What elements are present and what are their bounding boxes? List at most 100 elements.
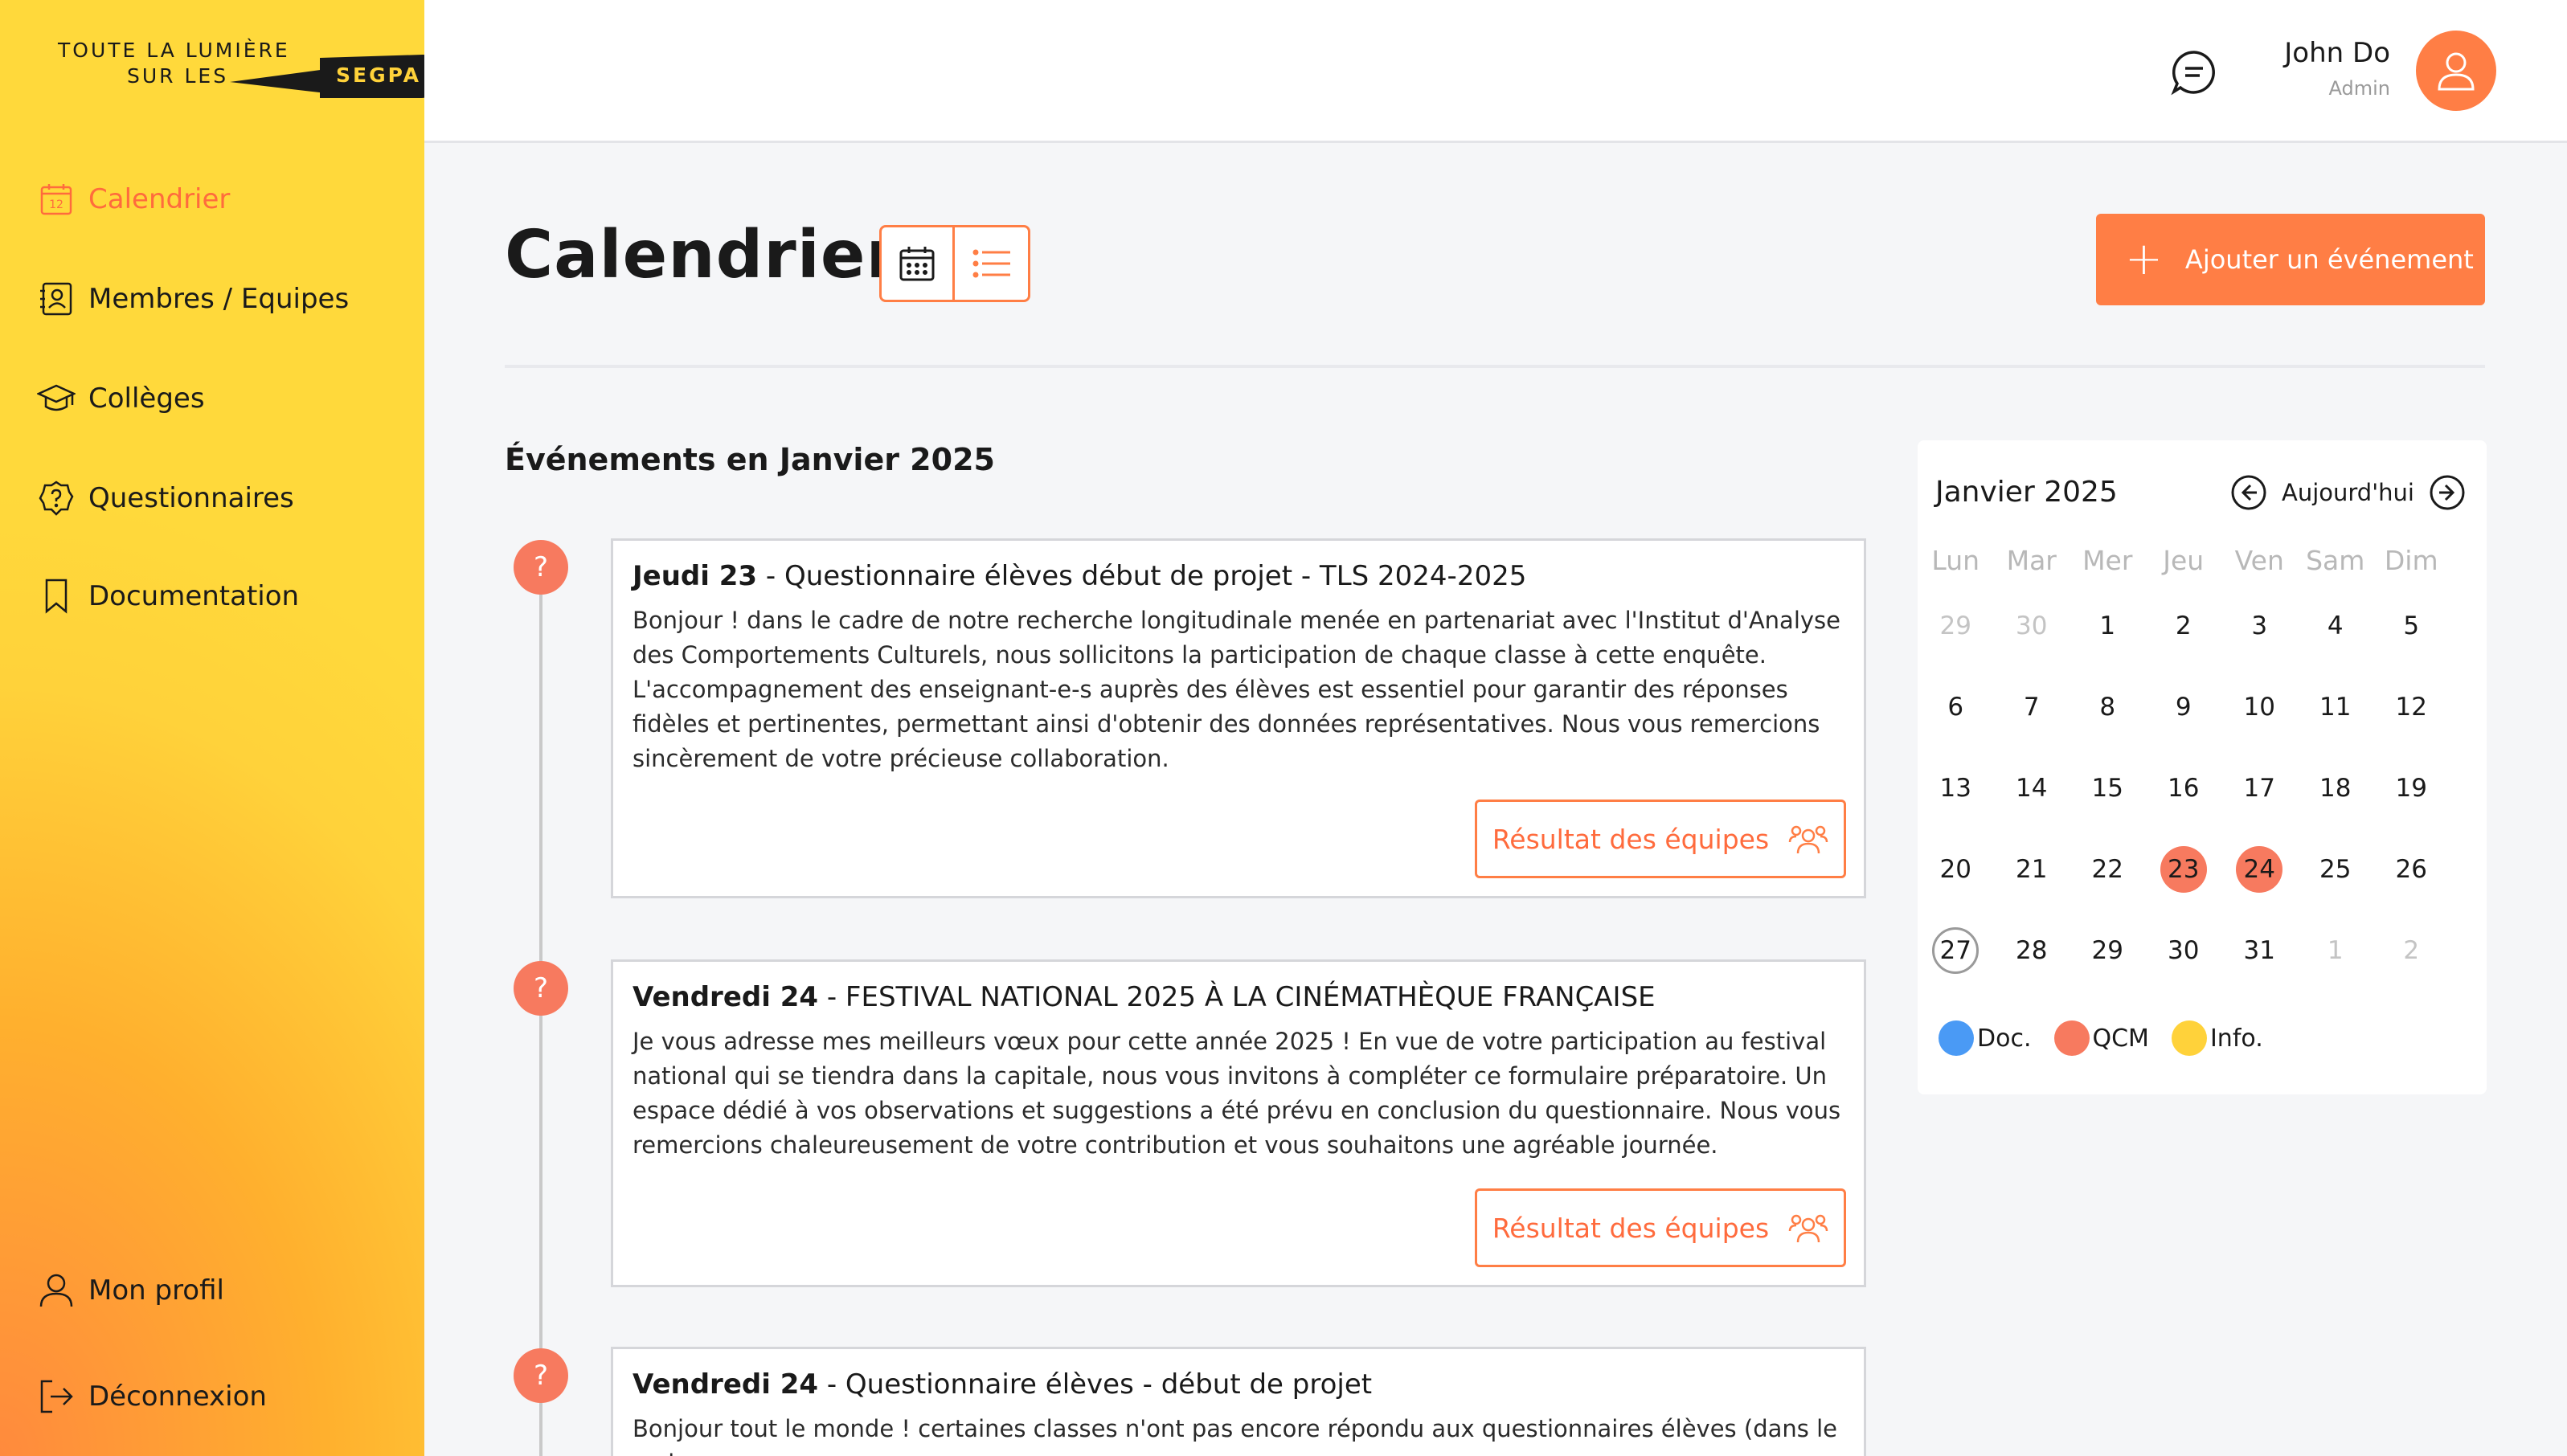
calendar-day[interactable]: 14 (1994, 747, 2070, 828)
event-card: Vendredi 24 - FESTIVAL NATIONAL 2025 À L… (611, 959, 1866, 1287)
graduation-cap-icon (37, 379, 76, 418)
calendar-day[interactable]: 28 (1994, 910, 2070, 991)
calendar-day-number: 1 (2327, 935, 2344, 965)
calendar-day-event[interactable]: 24 (2221, 828, 2298, 910)
calendar-days: 29 30 1 2 3 4 5 6 7 8 9 10 11 12 13 14 15 16 17 18 19 20 21 22 2… (1918, 585, 2487, 991)
calendar-day-number: 2 (2403, 935, 2420, 965)
sidebar-item-calendrier[interactable]: 12 Calendrier (37, 175, 230, 223)
calendar-day[interactable]: 31 (2221, 910, 2298, 991)
calendar-week: 13 14 15 16 17 18 19 (1918, 747, 2487, 828)
calendar-day[interactable]: 13 (1918, 747, 1994, 828)
calendar-day[interactable]: 15 (2070, 747, 2146, 828)
list-view-button[interactable] (955, 227, 1028, 300)
event-name: FESTIVAL NATIONAL 2025 À LA CINÉMATHÈQUE… (845, 981, 1656, 1013)
brand-logo[interactable]: TOUTE LA LUMIÈRE SUR LES SEGPA (56, 39, 431, 106)
event-title: Vendredi 24 - Questionnaire élèves - déb… (633, 1368, 1373, 1401)
calendar-day[interactable]: 7 (1994, 666, 2070, 747)
legend-dot-icon (2171, 1020, 2207, 1056)
calendar-day-event[interactable]: 23 (2146, 828, 2222, 910)
calendar-day[interactable]: 2 (2146, 585, 2222, 666)
page-title: Calendrier (505, 217, 899, 293)
calendar-day-number: 30 (2168, 935, 2200, 965)
calendar-day[interactable]: 30 (2146, 910, 2222, 991)
calendar-day[interactable]: 3 (2221, 585, 2298, 666)
prev-month-icon[interactable] (2230, 474, 2267, 511)
calendar-day-number: 26 (2395, 854, 2427, 884)
user-name: John Do (2284, 37, 2390, 69)
next-month-icon[interactable] (2429, 474, 2466, 511)
sidebar-item-documentation[interactable]: Documentation (37, 572, 299, 620)
sidebar-item-deconnexion[interactable]: Déconnexion (37, 1372, 267, 1421)
calendar-day[interactable]: 6 (1918, 666, 1994, 747)
add-event-button[interactable]: + Ajouter un événement (2096, 214, 2485, 305)
calendar-day-today[interactable]: 27 (1918, 910, 1994, 991)
calendar-day-number: 30 (2016, 611, 2048, 640)
calendar-icon: 12 (37, 180, 76, 219)
calendar-day[interactable]: 1 (2298, 910, 2374, 991)
calendar-day-number: 15 (2091, 773, 2123, 803)
team-results-button[interactable]: Résultat des équipes (1475, 800, 1846, 878)
calendar-day[interactable]: 1 (2070, 585, 2146, 666)
team-results-button[interactable]: Résultat des équipes (1475, 1188, 1846, 1267)
calendar-day-number: 17 (2243, 773, 2275, 803)
calendar-day[interactable]: 25 (2298, 828, 2374, 910)
avatar[interactable] (2416, 31, 2496, 111)
calendar-day[interactable]: 4 (2298, 585, 2374, 666)
team-icon (1788, 1214, 1828, 1243)
event-day: Vendredi 24 (633, 981, 819, 1013)
calendar-nav: Aujourd'hui (2230, 474, 2466, 511)
calendar-day-number: 24 (2236, 845, 2283, 893)
calendar-day[interactable]: 19 (2373, 747, 2450, 828)
calendar-day[interactable]: 17 (2221, 747, 2298, 828)
calendar-day[interactable]: 10 (2221, 666, 2298, 747)
sidebar-item-label: Collèges (88, 382, 205, 415)
brand-badge: SEGPA (230, 51, 434, 103)
calendar-day[interactable]: 29 (1918, 585, 1994, 666)
calendar-day-number: 18 (2319, 773, 2352, 803)
calendar-view-button[interactable] (882, 227, 956, 300)
sidebar-item-mon-profil[interactable]: Mon profil (37, 1266, 224, 1315)
legend-dot-icon (2053, 1020, 2090, 1056)
calendar-day-number: 22 (2091, 854, 2123, 884)
calendar-day[interactable]: 8 (2070, 666, 2146, 747)
sidebar-item-colleges[interactable]: Collèges (37, 374, 205, 423)
calendar-day[interactable]: 20 (1918, 828, 1994, 910)
sidebar-item-membres[interactable]: Membres / Equipes (37, 275, 349, 323)
event-card: Jeudi 23 - Questionnaire élèves début de… (611, 538, 1866, 898)
sidebar-item-label: Calendrier (88, 183, 231, 215)
weekday-label: Lun (1931, 545, 1980, 576)
chat-icon[interactable] (2170, 48, 2218, 96)
weekday-label: Ven (2234, 545, 2284, 576)
event-description: Je vous adresse mes meilleurs vœux pour … (633, 1028, 1841, 1159)
calendar-day[interactable]: 26 (2373, 828, 2450, 910)
calendar-day[interactable]: 11 (2298, 666, 2374, 747)
qcm-marker-icon: ? (514, 961, 568, 1016)
calendar-day-number: 31 (2243, 935, 2275, 965)
calendar-day[interactable]: 29 (2070, 910, 2146, 991)
calendar-day[interactable]: 18 (2298, 747, 2374, 828)
logout-icon (37, 1377, 76, 1416)
weekday-label: Dim (2384, 545, 2438, 576)
calendar-day[interactable]: 12 (2373, 666, 2450, 747)
calendar-day[interactable]: 9 (2146, 666, 2222, 747)
mini-calendar: Janvier 2025 Aujourd'hui Lun Mar Mer Jeu Ven… (1918, 440, 2487, 1094)
user-avatar-icon (2438, 52, 2475, 91)
weekday-label: Mer (2082, 545, 2133, 576)
calendar-day-number: 14 (2016, 773, 2048, 803)
calendar-day-number: 2 (2175, 611, 2192, 640)
calendar-day-number: 1 (2099, 611, 2116, 640)
calendar-day[interactable]: 30 (1994, 585, 2070, 666)
calendar-day[interactable]: 2 (2373, 910, 2450, 991)
plus-icon: + (2125, 233, 2163, 285)
calendar-day[interactable]: 5 (2373, 585, 2450, 666)
calendar-day[interactable]: 22 (2070, 828, 2146, 910)
calendar-week: 27 28 29 30 31 1 2 (1918, 910, 2487, 991)
calendar-day[interactable]: 21 (1994, 828, 2070, 910)
calendar-day[interactable]: 16 (2146, 747, 2222, 828)
calendar-legend: Doc. QCM Info. (1939, 1020, 2286, 1056)
calendar-day-number: 27 (1932, 926, 1979, 974)
calendar-day-number: 28 (2016, 935, 2048, 965)
sidebar-item-questionnaires[interactable]: Questionnaires (37, 474, 294, 522)
legend-label: QCM (2092, 1024, 2149, 1053)
today-button[interactable]: Aujourd'hui (2282, 479, 2414, 506)
